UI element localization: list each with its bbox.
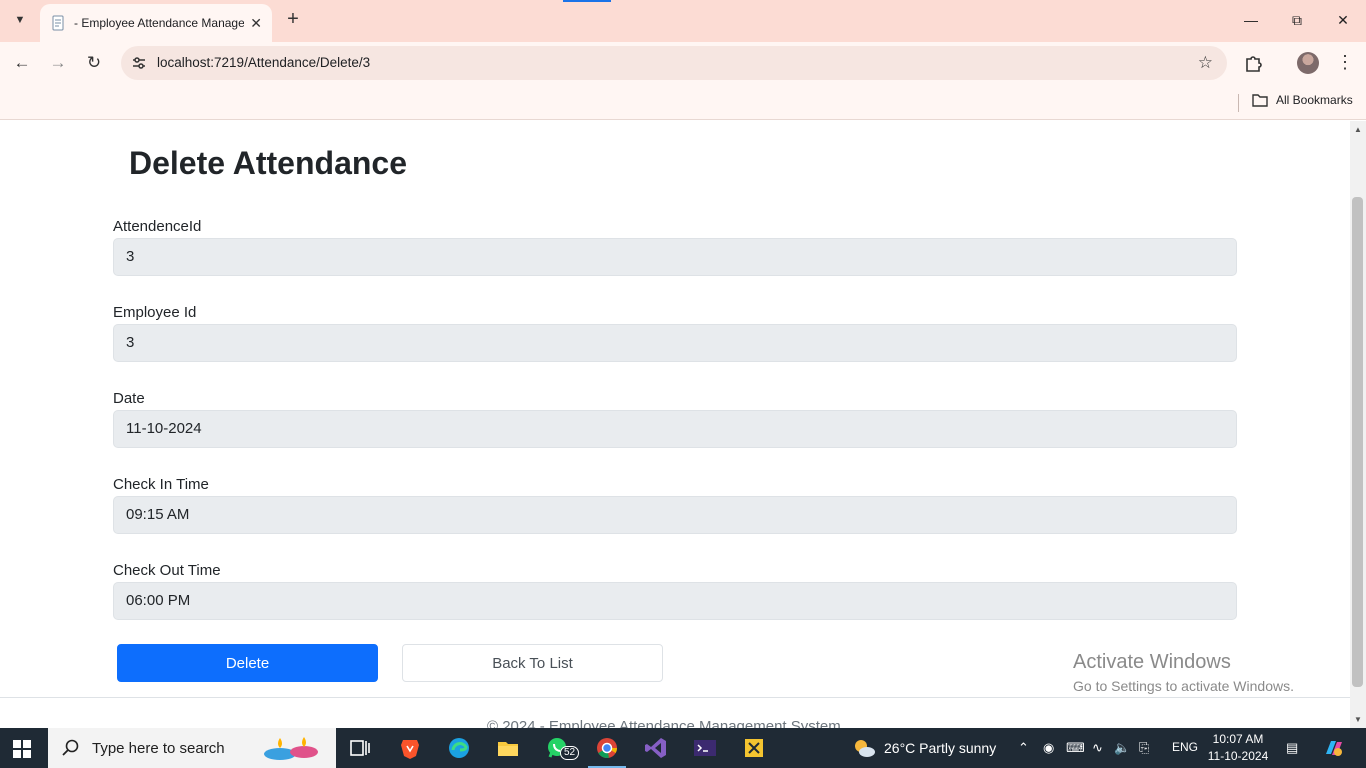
notifications-icon[interactable]: ▤ <box>1286 740 1298 756</box>
snipping-tool-icon[interactable] <box>742 736 766 760</box>
attendence-id-label: AttendenceId <box>113 218 202 235</box>
back-arrow-icon[interactable]: ← <box>9 50 35 76</box>
employee-id-field[interactable]: 3 <box>113 324 1237 362</box>
restore-icon[interactable]: ⧉ <box>1274 0 1320 40</box>
site-info-icon[interactable] <box>131 55 147 71</box>
search-placeholder: Type here to search <box>92 739 225 757</box>
system-clock[interactable]: 10:07 AM 11-10-2024 <box>1206 731 1270 765</box>
check-out-time-label: Check Out Time <box>113 562 221 579</box>
tab-search-chevron-icon[interactable]: ▼ <box>8 8 32 32</box>
new-tab-plus-icon[interactable]: + <box>282 9 304 31</box>
volume-icon[interactable]: 🔈 <box>1114 740 1130 756</box>
search-icon <box>62 739 79 756</box>
windows-start-icon[interactable] <box>13 740 31 758</box>
edge-browser-icon[interactable] <box>447 736 471 760</box>
folder-icon <box>1252 94 1268 107</box>
address-bar[interactable]: localhost:7219/Attendance/Delete/3 ☆ <box>121 46 1227 80</box>
all-bookmarks-button[interactable]: All Bookmarks <box>1252 93 1353 107</box>
tab-title: - Employee Attendance Manage <box>74 16 244 30</box>
task-view-icon[interactable] <box>348 736 372 760</box>
page-scrollbar[interactable]: ▲ ▼ <box>1350 121 1366 728</box>
tab-indicator <box>563 0 611 2</box>
file-explorer-icon[interactable] <box>496 736 520 760</box>
activate-windows-watermark: Activate Windows Go to Settings to activ… <box>1073 651 1294 694</box>
input-indicator-icon[interactable]: ⌨ <box>1066 740 1085 756</box>
delete-button[interactable]: Delete <box>117 644 378 682</box>
windows-taskbar: Type here to search 52 26°C Partly sunny… <box>0 728 1366 768</box>
check-out-time-field[interactable]: 06:00 PM <box>113 582 1237 620</box>
partly-sunny-icon <box>855 740 875 757</box>
copilot-icon[interactable] <box>1322 736 1346 760</box>
scrollbar-thumb[interactable] <box>1352 197 1363 687</box>
clock-date: 11-10-2024 <box>1207 749 1269 763</box>
language-indicator[interactable]: ENG <box>1172 740 1198 754</box>
employee-id-label: Employee Id <box>113 304 197 321</box>
browser-titlebar: ▼ - Employee Attendance Manage ✕ + — ⧉ ✕ <box>0 0 1366 42</box>
meet-now-icon[interactable]: ◉ <box>1043 740 1054 756</box>
clock-time: 10:07 AM <box>1212 732 1264 746</box>
back-to-list-button[interactable]: Back To List <box>402 644 663 682</box>
activate-windows-subtitle: Go to Settings to activate Windows. <box>1073 678 1294 694</box>
taskbar-search-box[interactable]: Type here to search <box>48 728 336 768</box>
whatsapp-unread-badge: 52 <box>560 746 580 760</box>
chrome-browser-icon[interactable] <box>595 736 619 760</box>
window-close-icon[interactable]: ✕ <box>1320 0 1366 40</box>
date-field[interactable]: 11-10-2024 <box>113 410 1237 448</box>
url-text: localhost:7219/Attendance/Delete/3 <box>157 55 371 70</box>
scroll-down-arrow-icon[interactable]: ▼ <box>1354 715 1362 724</box>
page-viewport: Delete Attendance AttendenceId 3 Employe… <box>0 121 1350 728</box>
browser-tab[interactable]: - Employee Attendance Manage ✕ <box>40 4 272 42</box>
reload-icon[interactable]: ↻ <box>81 50 107 76</box>
weather-text: 26°C Partly sunny <box>884 740 997 756</box>
brave-browser-icon[interactable] <box>398 736 422 760</box>
visual-studio-icon[interactable] <box>644 736 668 760</box>
more-menu-icon[interactable]: ⋮ <box>1336 52 1354 74</box>
attendence-id-field[interactable]: 3 <box>113 238 1237 276</box>
extensions-puzzle-icon[interactable] <box>1243 52 1265 74</box>
diwali-lamp-icon <box>264 737 318 760</box>
show-hidden-icons-chevron-icon[interactable]: ⌃ <box>1018 740 1029 756</box>
terminal-icon[interactable] <box>693 736 717 760</box>
page-favicon-icon <box>52 15 64 31</box>
minimize-icon[interactable]: — <box>1228 0 1274 40</box>
weather-widget[interactable]: 26°C Partly sunny <box>852 737 996 759</box>
bookmark-star-icon[interactable]: ☆ <box>1198 53 1213 73</box>
scroll-up-arrow-icon[interactable]: ▲ <box>1354 125 1362 134</box>
keyboard-icon[interactable]: ⎘ <box>1139 740 1149 756</box>
wifi-icon[interactable]: ∿ <box>1092 740 1103 756</box>
all-bookmarks-label: All Bookmarks <box>1276 93 1353 107</box>
footer-copyright: © 2024 - Employee Attendance Management … <box>487 718 841 728</box>
footer-divider <box>0 697 1350 698</box>
check-in-time-field[interactable]: 09:15 AM <box>113 496 1237 534</box>
date-label: Date <box>113 390 145 407</box>
bookmarks-separator <box>1238 94 1239 112</box>
page-title: Delete Attendance <box>129 145 407 181</box>
profile-avatar[interactable] <box>1297 52 1319 74</box>
activate-windows-title: Activate Windows <box>1073 651 1231 673</box>
tab-close-icon[interactable]: ✕ <box>250 15 262 32</box>
bookmarks-bar: All Bookmarks <box>0 84 1366 120</box>
forward-arrow-icon[interactable]: → <box>45 50 71 76</box>
check-in-time-label: Check In Time <box>113 476 209 493</box>
